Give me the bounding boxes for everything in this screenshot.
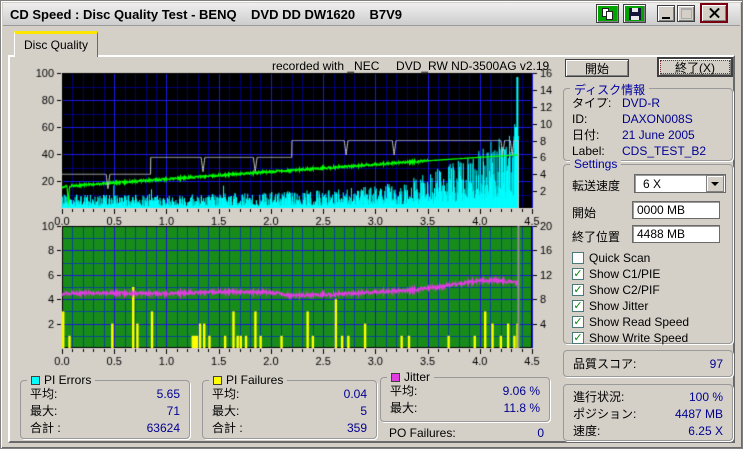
speed-value: 6 X (639, 177, 706, 191)
stat-row: 合計 :63624 (21, 420, 189, 437)
check-icon: ✓ (573, 285, 582, 295)
tab-label: Disc Quality (24, 38, 88, 52)
checkbox-icon: ✓ (572, 252, 584, 264)
checkbox-icon: ✓ (572, 268, 584, 280)
window-title: CD Speed : Disc Quality Test - BENQ DVD … (10, 7, 402, 22)
stat-row: 最大:11.8 % (381, 400, 549, 417)
check-icon: ✓ (573, 301, 582, 311)
close-icon (709, 8, 720, 19)
jitter-title: Jitter (404, 370, 430, 384)
save-button[interactable] (623, 4, 646, 23)
pi-failures-panel: PI Failures 平均:0.04 最大:5 合計 :359 (202, 380, 377, 439)
minimize-icon (662, 17, 670, 19)
pi-errors-panel: PI Errors 平均:5.65 最大:71 合計 :63624 (20, 380, 190, 439)
jitter-legend-swatch (391, 373, 400, 382)
progress-row: 速度:6.25 X (564, 423, 732, 440)
copy-icon (602, 8, 614, 20)
po-failures-row: PO Failures:0 (389, 426, 544, 440)
save-icon (629, 8, 641, 20)
start-position-label: 開始 (572, 205, 596, 221)
close-button[interactable] (700, 3, 728, 23)
checkbox-quick-scan[interactable]: ✓ Quick Scan (572, 251, 650, 265)
stat-row: 平均:9.06 % (381, 383, 549, 400)
start-position-input[interactable] (632, 201, 720, 219)
quality-score-row: 品質スコア:97 (564, 356, 732, 373)
checkbox-icon: ✓ (572, 300, 584, 312)
progress-row: 進行状況:100 % (564, 389, 732, 406)
speed-select[interactable]: 6 X (634, 174, 726, 193)
progress-panel: 進行状況:100 % ポジション:4487 MB 速度:6.25 X (563, 384, 733, 441)
minimize-button[interactable] (657, 5, 675, 22)
settings-panel: Settings 転送速度 6 X 開始 終了位置 ✓ Quick Scan ✓… (563, 164, 733, 344)
start-button[interactable]: 開始 (565, 59, 629, 77)
jitter-panel: Jitter 平均:9.06 % 最大:11.8 % (380, 377, 550, 422)
chevron-down-icon (711, 182, 719, 186)
checkbox-icon: ✓ (572, 284, 584, 296)
disc-quality-page: recorded with _NEC DVD_RW ND-3500AG v2.1… (8, 55, 735, 443)
pif-jitter-chart-canvas (30, 216, 570, 368)
progress-row: ポジション:4487 MB (564, 406, 732, 423)
dropdown-button[interactable] (706, 175, 724, 192)
checkbox-show-jitter[interactable]: ✓ Show Jitter (572, 299, 648, 313)
check-icon: ✓ (573, 269, 582, 279)
tab-disc-quality[interactable]: Disc Quality (14, 31, 98, 57)
maximize-button[interactable] (677, 5, 695, 22)
checkbox-icon: ✓ (572, 316, 584, 328)
pi-errors-legend-swatch (31, 376, 40, 385)
stat-row: 最大:71 (21, 403, 189, 420)
pi-errors-chart-canvas (30, 60, 570, 226)
pi-failures-title: PI Failures (226, 373, 283, 387)
stat-row: 合計 :359 (203, 420, 376, 437)
check-icon: ✓ (573, 333, 582, 343)
end-position-label: 終了位置 (572, 229, 620, 245)
pi-errors-title: PI Errors (44, 373, 91, 387)
stat-row: 平均:5.65 (21, 386, 189, 403)
pi-failures-legend-swatch (213, 376, 222, 385)
disc-info-panel: ディスク情報 タイプ:DVD-R ID:DAXON008S 日付:21 June… (563, 88, 733, 161)
check-icon: ✓ (573, 317, 582, 327)
end-position-input[interactable] (632, 225, 720, 243)
checkbox-show-c1-pie[interactable]: ✓ Show C1/PIE (572, 267, 660, 281)
maximize-icon (681, 8, 692, 19)
checkbox-icon: ✓ (572, 332, 584, 344)
speed-label: 転送速度 (572, 178, 620, 194)
disc-info-title: ディスク情報 (574, 81, 645, 98)
quality-score-panel: 品質スコア:97 (563, 350, 733, 377)
disc-info-row: ID:DAXON008S (572, 111, 732, 127)
checkbox-show-read-speed[interactable]: ✓ Show Read Speed (572, 315, 689, 329)
checkbox-show-write-speed[interactable]: ✓ Show Write Speed (572, 331, 688, 345)
stat-row: 平均:0.04 (203, 386, 376, 403)
copy-button[interactable] (596, 4, 619, 23)
disc-info-row: 日付:21 June 2005 (572, 127, 732, 143)
stat-row: 最大:5 (203, 403, 376, 420)
settings-title: Settings (574, 157, 617, 171)
exit-button[interactable]: 終了(X) (657, 57, 733, 77)
checkbox-show-c2-pif[interactable]: ✓ Show C2/PIF (572, 283, 660, 297)
